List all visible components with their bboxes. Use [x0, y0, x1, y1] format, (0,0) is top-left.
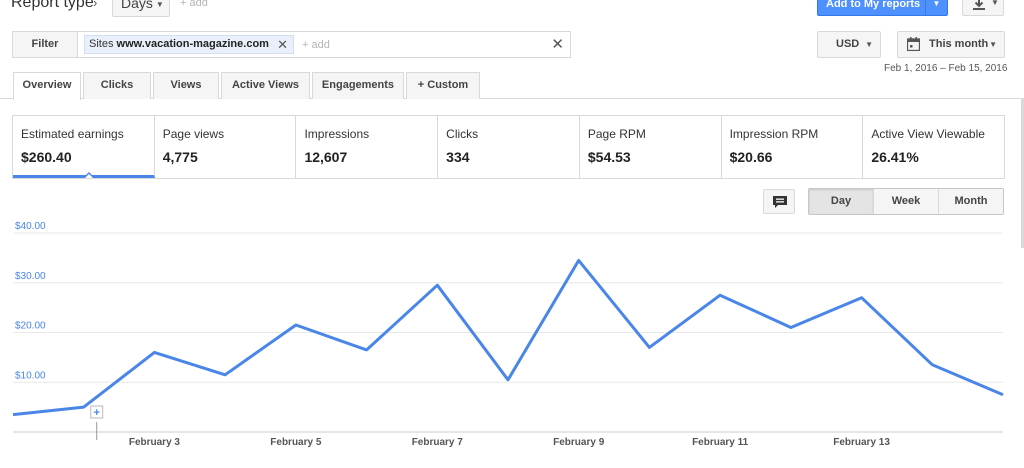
x-tick-label: February 9: [553, 437, 605, 448]
report-tabs: Overview Clicks Views Active Views Engag…: [0, 72, 1024, 100]
metric-page-views[interactable]: Page views 4,775: [155, 116, 297, 178]
metric-value: 26.41%: [871, 149, 919, 165]
metric-value: 4,775: [162, 149, 198, 165]
metric-label: Active View Viewable: [871, 127, 985, 141]
metric-page-rpm[interactable]: Page RPM $54.53: [580, 116, 722, 178]
filter-chip[interactable]: Sites www.vacation-magazine.com ✕: [84, 35, 294, 54]
data-point[interactable]: [151, 349, 157, 355]
metric-label: Clicks: [446, 127, 479, 141]
data-point[interactable]: [293, 322, 299, 328]
x-tick-label: February 5: [270, 437, 322, 448]
days-dropdown[interactable]: Days ▼: [112, 0, 170, 17]
x-tick-label: February 3: [129, 437, 181, 448]
earnings-series-line: [12, 258, 1004, 417]
selected-indicator: [83, 172, 95, 178]
chevron-down-icon: ▼: [991, 0, 999, 7]
filter-chip-prefix: Sites: [89, 38, 114, 50]
granularity-week-button[interactable]: Week: [874, 189, 939, 214]
annotations-button[interactable]: [763, 189, 795, 214]
close-icon[interactable]: ✕: [277, 36, 288, 53]
add-to-my-reports-button[interactable]: Add to My reports ▼: [817, 0, 948, 16]
metric-value: 12,607: [304, 149, 348, 165]
earnings-line-chart: $10.00 $20.00 $30.00 $40.00 February 3 Februa…: [10, 221, 1006, 448]
metric-value: 334: [446, 149, 470, 165]
metric-impressions[interactable]: Impressions 12,607: [296, 116, 439, 178]
data-point[interactable]: [788, 325, 794, 331]
data-point[interactable]: [81, 404, 87, 410]
data-point[interactable]: [929, 362, 935, 368]
metric-value: $20.66: [729, 149, 773, 165]
x-tick-label: February 11: [692, 437, 749, 448]
tab-engagements[interactable]: Engagements: [312, 72, 404, 99]
add-to-my-reports-label: Add to My reports: [826, 0, 921, 10]
granularity-month-button[interactable]: Month: [939, 189, 1003, 214]
data-point[interactable]: [1000, 392, 1006, 398]
report-type-label: Report type: [11, 0, 94, 11]
plus-icon: +: [93, 407, 99, 419]
data-point[interactable]: [717, 292, 723, 298]
download-button[interactable]: ▼: [962, 0, 1004, 16]
granularity-toggle: Day Week Month: [808, 188, 1004, 215]
metric-impression-rpm[interactable]: Impression RPM $20.66: [722, 116, 864, 178]
filter-button[interactable]: Filter: [13, 32, 78, 57]
metric-label: Impressions: [304, 127, 370, 141]
chevron-right-icon: ›: [93, 0, 98, 10]
y-tick-label: $20.00: [15, 321, 46, 332]
metric-estimated-earnings[interactable]: Estimated earnings $260.40: [13, 116, 155, 178]
currency-label: USD: [836, 38, 860, 50]
days-label: Days: [121, 0, 153, 11]
tab-clicks[interactable]: Clicks: [83, 72, 151, 99]
chevron-down-icon[interactable]: ▼: [925, 0, 947, 16]
download-icon: [973, 0, 985, 10]
metric-label: Page RPM: [587, 127, 646, 141]
date-range-label: This month: [929, 38, 989, 50]
chevron-down-icon: ▼: [865, 40, 873, 49]
y-tick-label: $30.00: [15, 271, 46, 282]
data-point[interactable]: [576, 257, 582, 263]
tab-overview[interactable]: Overview: [13, 72, 81, 100]
date-range-dropdown[interactable]: This month ▼: [897, 31, 1005, 58]
metric-label: Page views: [162, 127, 225, 141]
metrics-strip: Estimated earnings $260.40 Page views 4,…: [12, 115, 1005, 179]
clear-filter-icon[interactable]: ✕: [551, 35, 564, 53]
top-bar: Report type › Days ▼ + add Add to My repo…: [0, 0, 1024, 22]
x-tick-label: February 7: [412, 437, 464, 448]
metric-label: Estimated earnings: [21, 127, 124, 141]
x-tick-label: February 13: [833, 437, 890, 448]
tab-active-views[interactable]: Active Views: [221, 72, 310, 99]
currency-dropdown[interactable]: USD ▼: [817, 31, 881, 58]
tab-custom[interactable]: + Custom: [406, 72, 480, 99]
metric-clicks[interactable]: Clicks 334: [438, 116, 580, 178]
data-point[interactable]: [10, 412, 16, 418]
metric-active-view-viewable[interactable]: Active View Viewable 26.41%: [863, 116, 1004, 178]
chevron-down-icon: ▼: [155, 0, 164, 9]
filter-chip-value: www.vacation-magazine.com: [116, 38, 269, 50]
filter-bar: Filter Sites www.vacation-magazine.com ✕…: [12, 31, 571, 58]
metric-label: Impression RPM: [729, 127, 819, 141]
comment-icon: [773, 196, 787, 208]
y-tick-label: $40.00: [15, 221, 46, 232]
granularity-day-button[interactable]: Day: [809, 189, 874, 214]
tab-views[interactable]: Views: [153, 72, 219, 99]
data-point[interactable]: [364, 347, 370, 353]
data-point[interactable]: [222, 372, 228, 378]
y-tick-label: $10.00: [15, 370, 46, 381]
metric-value: $260.40: [21, 149, 72, 165]
add-dimension-link[interactable]: + add: [180, 0, 208, 9]
data-point[interactable]: [859, 295, 865, 301]
data-point[interactable]: [434, 282, 440, 288]
data-point[interactable]: [646, 344, 652, 350]
filter-add-input[interactable]: + add: [302, 39, 330, 51]
chevron-down-icon: ▼: [989, 40, 997, 49]
metric-value: $54.53: [587, 149, 631, 165]
data-point[interactable]: [505, 377, 511, 383]
calendar-icon: [907, 37, 920, 51]
